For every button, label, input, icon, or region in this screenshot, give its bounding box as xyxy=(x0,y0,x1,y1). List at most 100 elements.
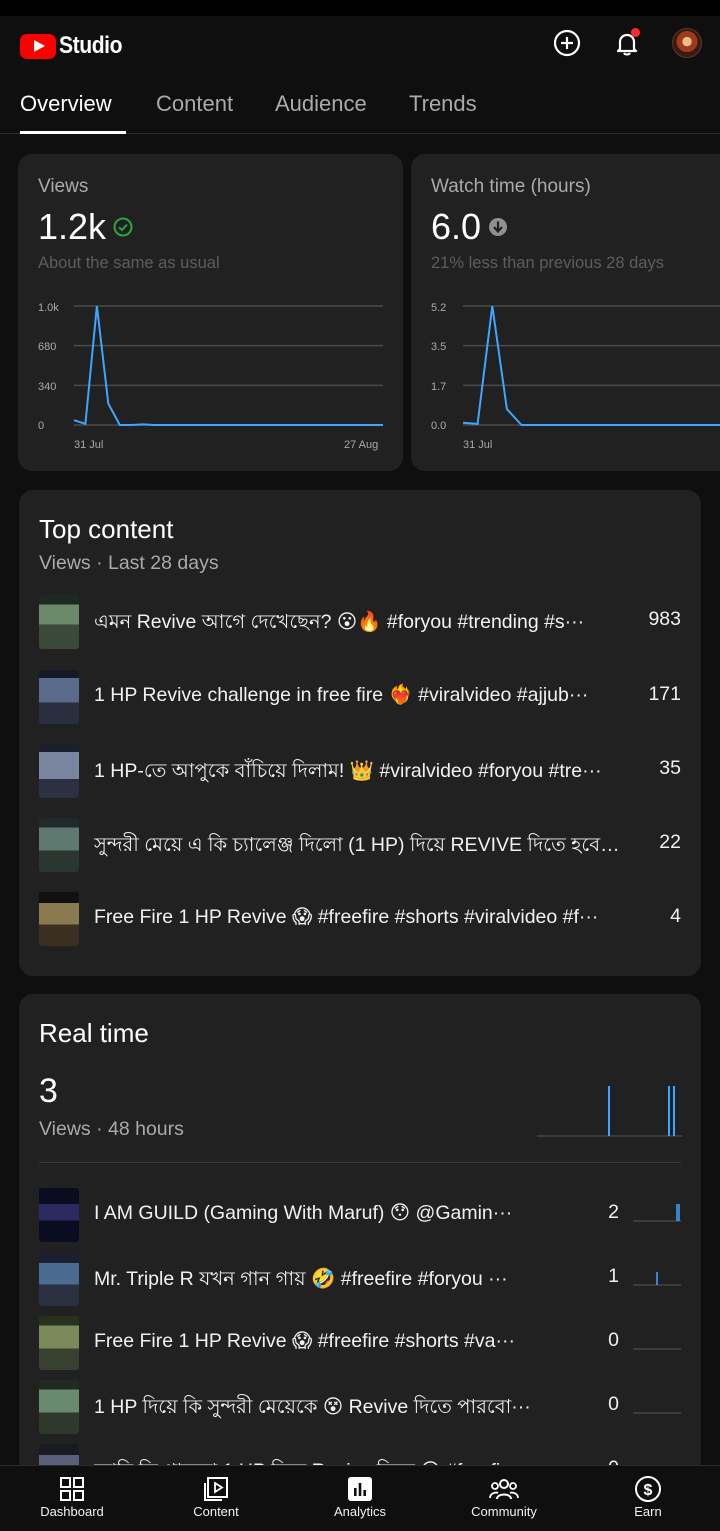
section-subtitle: Views · Last 28 days xyxy=(39,552,219,574)
create-button[interactable] xyxy=(552,28,582,58)
list-item[interactable]: I AM GUILD (Gaming With Maruf) 😯 @Gamin·… xyxy=(39,1188,681,1242)
add-circle-icon xyxy=(553,29,581,57)
youtube-studio-logo[interactable]: Studio xyxy=(20,32,131,60)
nav-label: Dashboard xyxy=(40,1504,104,1519)
video-thumbnail xyxy=(39,892,79,946)
top-content-card: Top content Views · Last 28 days এমন Rev… xyxy=(19,490,701,976)
list-item[interactable]: Mr. Triple R যখন গান গায় 🤣 #freefire #f… xyxy=(39,1252,681,1306)
y-tick: 5.2 xyxy=(431,302,446,314)
community-icon xyxy=(489,1479,519,1500)
view-count: 1 xyxy=(608,1265,619,1287)
real-time-views: 3 xyxy=(39,1072,58,1110)
views-line-chart: 1.0k 680 340 0 31 Jul 27 Aug xyxy=(38,302,383,451)
video-title: Free Fire 1 HP Revive 😱 #freefire #short… xyxy=(94,906,599,928)
video-thumbnail xyxy=(39,595,79,649)
tab-overview[interactable]: Overview xyxy=(20,91,112,117)
nav-label: Analytics xyxy=(333,1504,387,1519)
list-item[interactable]: 1 HP-তে আপুকে বাঁচিয়ে দিলাম! 👑 #viralvi… xyxy=(39,744,681,798)
metric-title: Views xyxy=(38,176,89,197)
view-count: 4 xyxy=(670,905,681,927)
nav-earn[interactable]: $ Earn xyxy=(576,1466,720,1531)
nav-content[interactable]: Content xyxy=(144,1466,288,1531)
metric-title: Watch time (hours) xyxy=(431,176,591,197)
divider xyxy=(39,1162,681,1163)
x-tick: 31 Jul xyxy=(463,439,492,451)
check-circle-icon xyxy=(113,217,133,237)
y-tick: 680 xyxy=(38,341,56,353)
views-card[interactable]: Views 1.2k About the same as usual 1.0k … xyxy=(18,154,403,471)
dashboard-icon xyxy=(60,1477,84,1501)
view-count: 171 xyxy=(648,683,681,705)
series-line xyxy=(73,305,383,426)
real-time-card: Real time 3 Views · 48 hours I AM GUILD … xyxy=(19,994,701,1498)
status-bar xyxy=(0,0,720,16)
metric-value: 1.2k xyxy=(38,206,107,247)
list-item[interactable]: সুন্দরী মেয়ে এ কি চ্যালেঞ্জ দিলো (1 HP)… xyxy=(39,818,681,872)
video-thumbnail xyxy=(39,1380,79,1434)
metric-subtitle: 21% less than previous 28 days xyxy=(431,254,664,272)
list-item[interactable]: এমন Revive আগে দেখেছেন? 😮🔥 #foryou #tren… xyxy=(39,595,681,649)
logo-text: Studio xyxy=(59,32,123,59)
y-tick: 1.7 xyxy=(431,381,446,393)
y-tick: 0.0 xyxy=(431,420,446,432)
video-title: 1 HP-তে আপুকে বাঁচিয়ে দিলাম! 👑 #viralvi… xyxy=(94,760,602,782)
sparkline xyxy=(633,1272,681,1286)
section-title: Real time xyxy=(39,1018,149,1048)
watch-time-line-chart: 5.2 3.5 1.7 0.0 31 Jul xyxy=(431,302,720,451)
video-title: 1 HP দিয়ে কি সুন্দরী মেয়েকে 😵 Revive দ… xyxy=(94,1396,531,1418)
video-title: 1 HP Revive challenge in free fire ❤️‍🔥 … xyxy=(94,684,589,706)
video-thumbnail xyxy=(39,1252,79,1306)
dollar-circle-icon: $ xyxy=(635,1476,661,1502)
active-tab-indicator xyxy=(20,131,126,134)
tab-content[interactable]: Content xyxy=(156,91,233,117)
video-title: I AM GUILD (Gaming With Maruf) 😯 @Gamin·… xyxy=(94,1202,513,1224)
video-title: সুন্দরী মেয়ে এ কি চ্যালেঞ্জ দিলো (1 HP)… xyxy=(94,834,624,856)
notification-badge xyxy=(631,28,640,37)
account-button[interactable] xyxy=(672,28,702,58)
real-time-bar-chart xyxy=(537,1086,682,1137)
video-thumbnail xyxy=(39,1316,79,1370)
view-count: 0 xyxy=(608,1393,619,1415)
y-tick: 3.5 xyxy=(431,341,446,353)
metric-subtitle: About the same as usual xyxy=(38,254,220,272)
tab-trends[interactable]: Trends xyxy=(409,91,477,117)
video-thumbnail xyxy=(39,744,79,798)
video-thumbnail xyxy=(39,1188,79,1242)
view-count: 35 xyxy=(659,757,681,779)
nav-analytics[interactable]: Analytics xyxy=(288,1466,432,1531)
y-tick: 340 xyxy=(38,381,56,393)
list-item[interactable]: Free Fire 1 HP Revive 😱 #freefire #short… xyxy=(39,1316,681,1370)
nav-community[interactable]: Community xyxy=(432,1466,576,1531)
notifications-button[interactable] xyxy=(612,28,642,58)
view-count: 22 xyxy=(659,831,681,853)
video-title: Free Fire 1 HP Revive 😱 #freefire #short… xyxy=(94,1330,515,1352)
sparkline xyxy=(633,1412,681,1414)
nav-label: Earn xyxy=(634,1504,662,1519)
arrow-down-circle-icon xyxy=(489,218,508,236)
top-app-bar: Studio xyxy=(0,16,720,78)
bottom-navigation: Dashboard Content Analytics Community $ … xyxy=(0,1465,720,1531)
metric-value: 6.0 xyxy=(431,206,482,247)
sparkline xyxy=(633,1348,681,1350)
series-line xyxy=(462,305,720,426)
view-count: 983 xyxy=(648,608,681,630)
tab-audience[interactable]: Audience xyxy=(275,91,367,117)
section-subtitle: Views · 48 hours xyxy=(39,1118,184,1140)
list-item[interactable]: Free Fire 1 HP Revive 😱 #freefire #short… xyxy=(39,892,681,946)
x-tick: 27 Aug xyxy=(344,439,378,451)
view-count: 2 xyxy=(608,1201,619,1223)
list-item[interactable]: 1 HP দিয়ে কি সুন্দরী মেয়েকে 😵 Revive দ… xyxy=(39,1380,681,1434)
list-item[interactable]: 1 HP Revive challenge in free fire ❤️‍🔥 … xyxy=(39,670,681,724)
svg-text:$: $ xyxy=(644,1482,653,1499)
view-count: 0 xyxy=(608,1329,619,1351)
avatar xyxy=(672,28,702,58)
nav-label: Content xyxy=(193,1504,239,1519)
y-tick: 1.0k xyxy=(38,302,59,314)
video-title: Mr. Triple R যখন গান গায় 🤣 #freefire #f… xyxy=(94,1268,508,1290)
video-library-icon xyxy=(204,1477,228,1501)
y-tick: 0 xyxy=(38,420,44,432)
watch-time-card[interactable]: Watch time (hours) 6.0 21% less than pre… xyxy=(411,154,720,471)
nav-dashboard[interactable]: Dashboard xyxy=(0,1466,144,1531)
x-tick: 31 Jul xyxy=(74,439,103,451)
metric-value-row: 6.0 xyxy=(431,206,509,248)
